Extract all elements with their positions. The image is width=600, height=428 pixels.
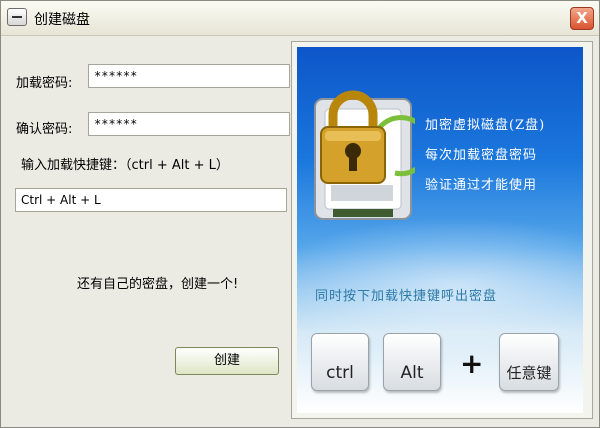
hotkey-label: 输入加载快捷键：（ctrl + Alt + L）	[21, 158, 229, 173]
feature-line-2: 每次加载密盘密码	[425, 148, 538, 163]
confirm-password-field[interactable]: ******	[88, 112, 290, 136]
load-password-field[interactable]: ******	[88, 64, 290, 88]
load-password-label: 加载密码:	[16, 76, 73, 91]
encrypted-disk-icon	[314, 90, 415, 220]
plus-sign: +	[460, 347, 484, 380]
ctrl-key-icon: ctrl	[311, 333, 369, 391]
alt-key-icon: Alt	[383, 333, 441, 391]
title-bar: 创建磁盘 X	[1, 1, 599, 36]
minus-icon	[12, 16, 22, 18]
hotkey-field[interactable]: Ctrl + Alt + L	[15, 188, 287, 212]
alt-key-label: Alt	[400, 363, 424, 383]
create-disk-window: 创建磁盘 X 加载密码: ****** 确认密码: ****** 输入加载快捷键…	[0, 0, 600, 428]
any-key-label: 任意键	[506, 364, 552, 382]
no-disk-text: 还有自己的密盘，创建一个!	[77, 277, 239, 292]
feature-line-1: 加密虚拟磁盘(Z盘)	[425, 118, 546, 133]
window-menu-button[interactable]	[7, 8, 27, 26]
hotkey-hint: 同时按下加载快捷键呼出密盘	[315, 289, 498, 304]
close-button[interactable]: X	[570, 7, 594, 30]
window-title: 创建磁盘	[34, 12, 90, 28]
any-key-icon: 任意键	[499, 333, 559, 391]
create-button[interactable]: 创建	[175, 347, 279, 375]
ctrl-key-label: ctrl	[326, 363, 354, 383]
confirm-password-label: 确认密码:	[16, 122, 73, 137]
feature-line-3: 验证通过才能使用	[425, 178, 538, 193]
promo-panel: 加密虚拟磁盘(Z盘) 每次加载密盘密码 验证通过才能使用 同时按下加载快捷键呼出…	[297, 47, 583, 413]
